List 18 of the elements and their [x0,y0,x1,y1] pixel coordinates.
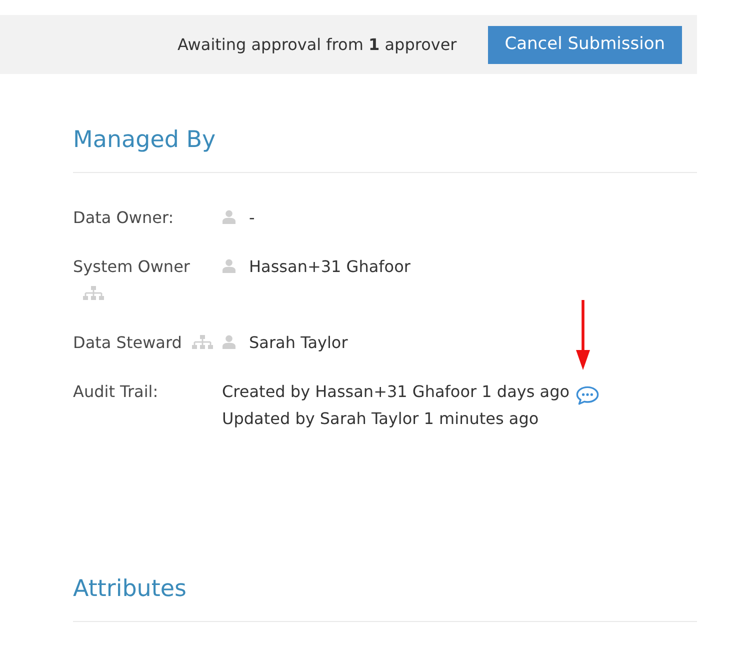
person-icon [222,335,236,349]
section-heading: Attributes [73,572,697,622]
person-name: Sarah Taylor [249,333,348,352]
field-label: Data Steward [73,333,182,352]
field-label: Audit Trail: [73,382,158,401]
chat-icon[interactable] [576,386,599,406]
person-icon [222,210,236,224]
approval-status-text: Awaiting approval from 1 approver [178,34,457,56]
person-name: - [249,208,255,227]
field-label: System Owner [73,257,190,276]
cancel-submission-button[interactable]: Cancel Submission [488,26,682,64]
annotation-arrow [576,300,590,370]
person-name: Hassan+31 Ghafoor [249,257,410,276]
field-label: Data Owner: [73,208,174,227]
person-icon [222,259,236,273]
section-heading: Managed By [73,123,697,173]
audit-entry: Created by Hassan+31 Ghafoor 1 days ago [222,382,570,401]
audit-entry: Updated by Sarah Taylor 1 minutes ago [222,409,539,428]
